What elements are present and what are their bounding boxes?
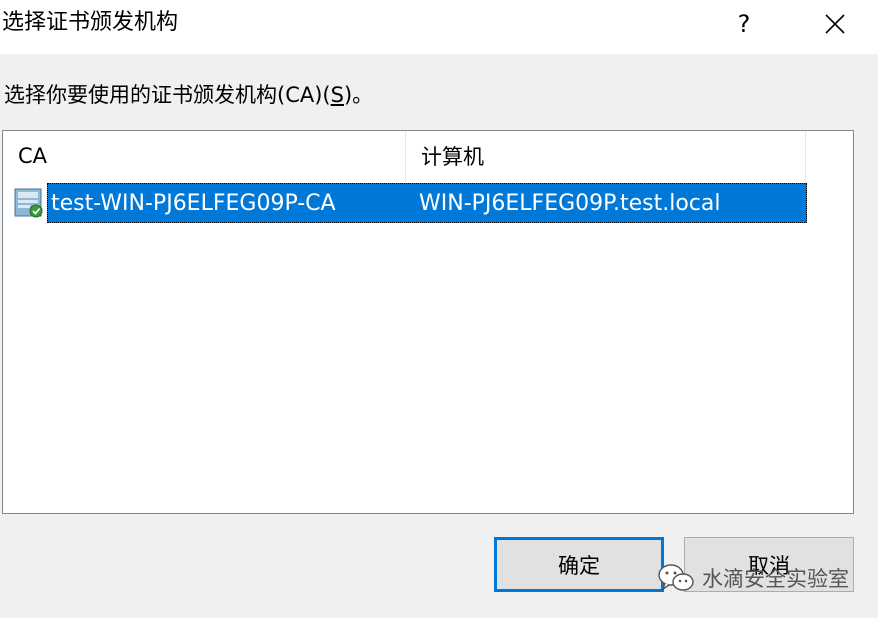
instruction-prefix: 选择你要使用的证书颁发机构(CA)( <box>4 83 331 107</box>
help-icon: ? <box>737 10 751 38</box>
select-ca-dialog: 选择证书颁发机构 ? 选择你要使用的证书颁发机构(CA)(S)。 CA 计算机 <box>0 0 878 618</box>
ok-button[interactable]: 确定 <box>494 537 664 592</box>
cancel-button[interactable]: 取消 <box>684 537 854 592</box>
cell-ca-name: test-WIN-PJ6ELFEG09P-CA <box>51 190 336 216</box>
certificate-authority-icon <box>14 188 43 218</box>
instruction-mnemonic: S <box>330 83 344 107</box>
column-header-ca[interactable]: CA <box>3 131 406 181</box>
instruction-suffix: )。 <box>343 83 374 107</box>
ca-list[interactable]: CA 计算机 test-WIN-PJ6ELFEG09P-CA WIN-PJ6EL… <box>2 130 854 514</box>
column-header-computer[interactable]: 计算机 <box>406 131 806 181</box>
close-button[interactable] <box>810 2 860 46</box>
instruction-label: 选择你要使用的证书颁发机构(CA)(S)。 <box>4 80 373 110</box>
list-row[interactable]: test-WIN-PJ6ELFEG09P-CA WIN-PJ6ELFEG09P.… <box>13 183 807 223</box>
window-title: 选择证书颁发机构 <box>2 10 179 35</box>
help-button[interactable]: ? <box>722 2 766 46</box>
cell-computer-name: WIN-PJ6ELFEG09P.test.local <box>419 190 721 216</box>
title-bar: 选择证书颁发机构 ? <box>0 0 878 54</box>
close-icon <box>825 14 845 34</box>
list-header: CA 计算机 <box>3 131 807 181</box>
